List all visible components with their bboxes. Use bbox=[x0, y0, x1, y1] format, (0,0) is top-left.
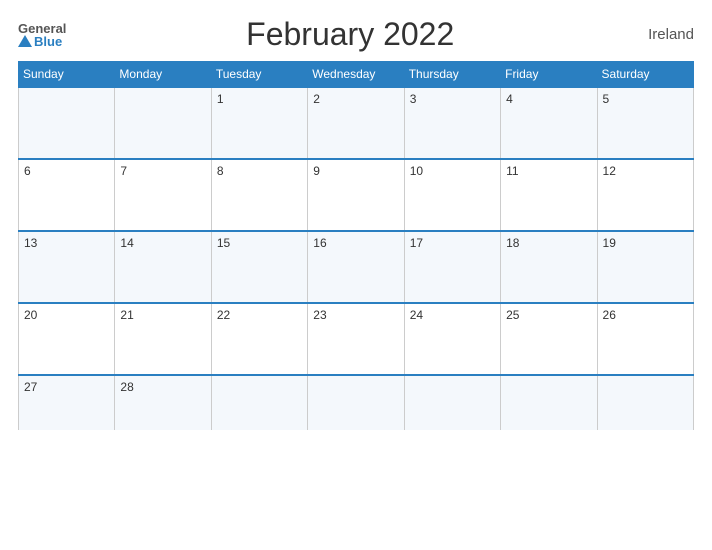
day-number: 10 bbox=[410, 164, 423, 178]
calendar-header: General Blue February 2022 Ireland bbox=[18, 16, 694, 53]
day-header-wednesday: Wednesday bbox=[308, 62, 404, 88]
calendar-day-cell: 4 bbox=[501, 87, 597, 159]
day-number: 23 bbox=[313, 308, 326, 322]
calendar-day-cell: 3 bbox=[404, 87, 500, 159]
calendar-week-row: 6 7 8 9 10 11 12 bbox=[19, 159, 694, 231]
calendar-week-row: 13 14 15 16 17 18 19 bbox=[19, 231, 694, 303]
day-number: 15 bbox=[217, 236, 230, 250]
day-number: 28 bbox=[120, 380, 133, 394]
day-number: 9 bbox=[313, 164, 320, 178]
calendar-day-cell: 19 bbox=[597, 231, 693, 303]
day-header-friday: Friday bbox=[501, 62, 597, 88]
calendar-day-cell: 9 bbox=[308, 159, 404, 231]
day-number: 25 bbox=[506, 308, 519, 322]
calendar-day-cell bbox=[308, 375, 404, 430]
day-number: 3 bbox=[410, 92, 417, 106]
calendar-day-cell: 16 bbox=[308, 231, 404, 303]
day-number: 22 bbox=[217, 308, 230, 322]
logo-triangle-icon bbox=[18, 35, 32, 47]
logo: General Blue bbox=[18, 22, 66, 48]
calendar-page: General Blue February 2022 Ireland Sunda… bbox=[0, 0, 712, 550]
day-header-sunday: Sunday bbox=[19, 62, 115, 88]
calendar-day-cell: 17 bbox=[404, 231, 500, 303]
day-number: 2 bbox=[313, 92, 320, 106]
day-number: 21 bbox=[120, 308, 133, 322]
day-number: 17 bbox=[410, 236, 423, 250]
day-number: 4 bbox=[506, 92, 513, 106]
country-label: Ireland bbox=[634, 26, 694, 43]
calendar-day-cell bbox=[404, 375, 500, 430]
calendar-day-cell: 20 bbox=[19, 303, 115, 375]
day-number: 12 bbox=[603, 164, 616, 178]
day-header-thursday: Thursday bbox=[404, 62, 500, 88]
day-number: 7 bbox=[120, 164, 127, 178]
day-header-monday: Monday bbox=[115, 62, 211, 88]
logo-general-text: General bbox=[18, 22, 66, 35]
calendar-day-cell: 6 bbox=[19, 159, 115, 231]
calendar-week-row: 20 21 22 23 24 25 26 bbox=[19, 303, 694, 375]
day-number: 27 bbox=[24, 380, 37, 394]
day-number: 6 bbox=[24, 164, 31, 178]
calendar-day-cell: 28 bbox=[115, 375, 211, 430]
calendar-day-cell: 10 bbox=[404, 159, 500, 231]
calendar-day-cell: 27 bbox=[19, 375, 115, 430]
calendar-day-cell: 13 bbox=[19, 231, 115, 303]
day-number: 20 bbox=[24, 308, 37, 322]
day-number: 26 bbox=[603, 308, 616, 322]
calendar-day-cell: 18 bbox=[501, 231, 597, 303]
calendar-day-cell: 12 bbox=[597, 159, 693, 231]
calendar-title: February 2022 bbox=[66, 16, 634, 53]
day-number: 11 bbox=[506, 164, 518, 178]
calendar-body: 1234567891011121314151617181920212223242… bbox=[19, 87, 694, 430]
calendar-day-cell: 7 bbox=[115, 159, 211, 231]
day-header-tuesday: Tuesday bbox=[211, 62, 307, 88]
calendar-day-cell: 8 bbox=[211, 159, 307, 231]
calendar-day-cell: 2 bbox=[308, 87, 404, 159]
logo-blue-text: Blue bbox=[18, 35, 66, 48]
calendar-day-cell: 26 bbox=[597, 303, 693, 375]
calendar-day-cell bbox=[19, 87, 115, 159]
calendar-day-cell: 21 bbox=[115, 303, 211, 375]
day-number: 5 bbox=[603, 92, 610, 106]
calendar-day-cell: 1 bbox=[211, 87, 307, 159]
calendar-day-cell: 14 bbox=[115, 231, 211, 303]
calendar-day-cell: 25 bbox=[501, 303, 597, 375]
calendar-header-row: Sunday Monday Tuesday Wednesday Thursday… bbox=[19, 62, 694, 88]
day-number: 19 bbox=[603, 236, 616, 250]
day-header-saturday: Saturday bbox=[597, 62, 693, 88]
calendar-day-cell: 23 bbox=[308, 303, 404, 375]
day-number: 1 bbox=[217, 92, 224, 106]
calendar-day-cell bbox=[115, 87, 211, 159]
day-number: 16 bbox=[313, 236, 326, 250]
calendar-day-cell: 15 bbox=[211, 231, 307, 303]
calendar-day-cell bbox=[211, 375, 307, 430]
day-number: 24 bbox=[410, 308, 423, 322]
calendar-day-cell: 22 bbox=[211, 303, 307, 375]
day-number: 8 bbox=[217, 164, 224, 178]
day-number: 13 bbox=[24, 236, 37, 250]
day-number: 18 bbox=[506, 236, 519, 250]
calendar-table: Sunday Monday Tuesday Wednesday Thursday… bbox=[18, 61, 694, 430]
calendar-day-cell: 5 bbox=[597, 87, 693, 159]
day-number: 14 bbox=[120, 236, 133, 250]
calendar-day-cell: 24 bbox=[404, 303, 500, 375]
calendar-day-cell bbox=[597, 375, 693, 430]
calendar-week-row: 1 2 3 4 5 bbox=[19, 87, 694, 159]
calendar-week-row: 27 28 bbox=[19, 375, 694, 430]
calendar-day-cell: 11 bbox=[501, 159, 597, 231]
calendar-day-cell bbox=[501, 375, 597, 430]
